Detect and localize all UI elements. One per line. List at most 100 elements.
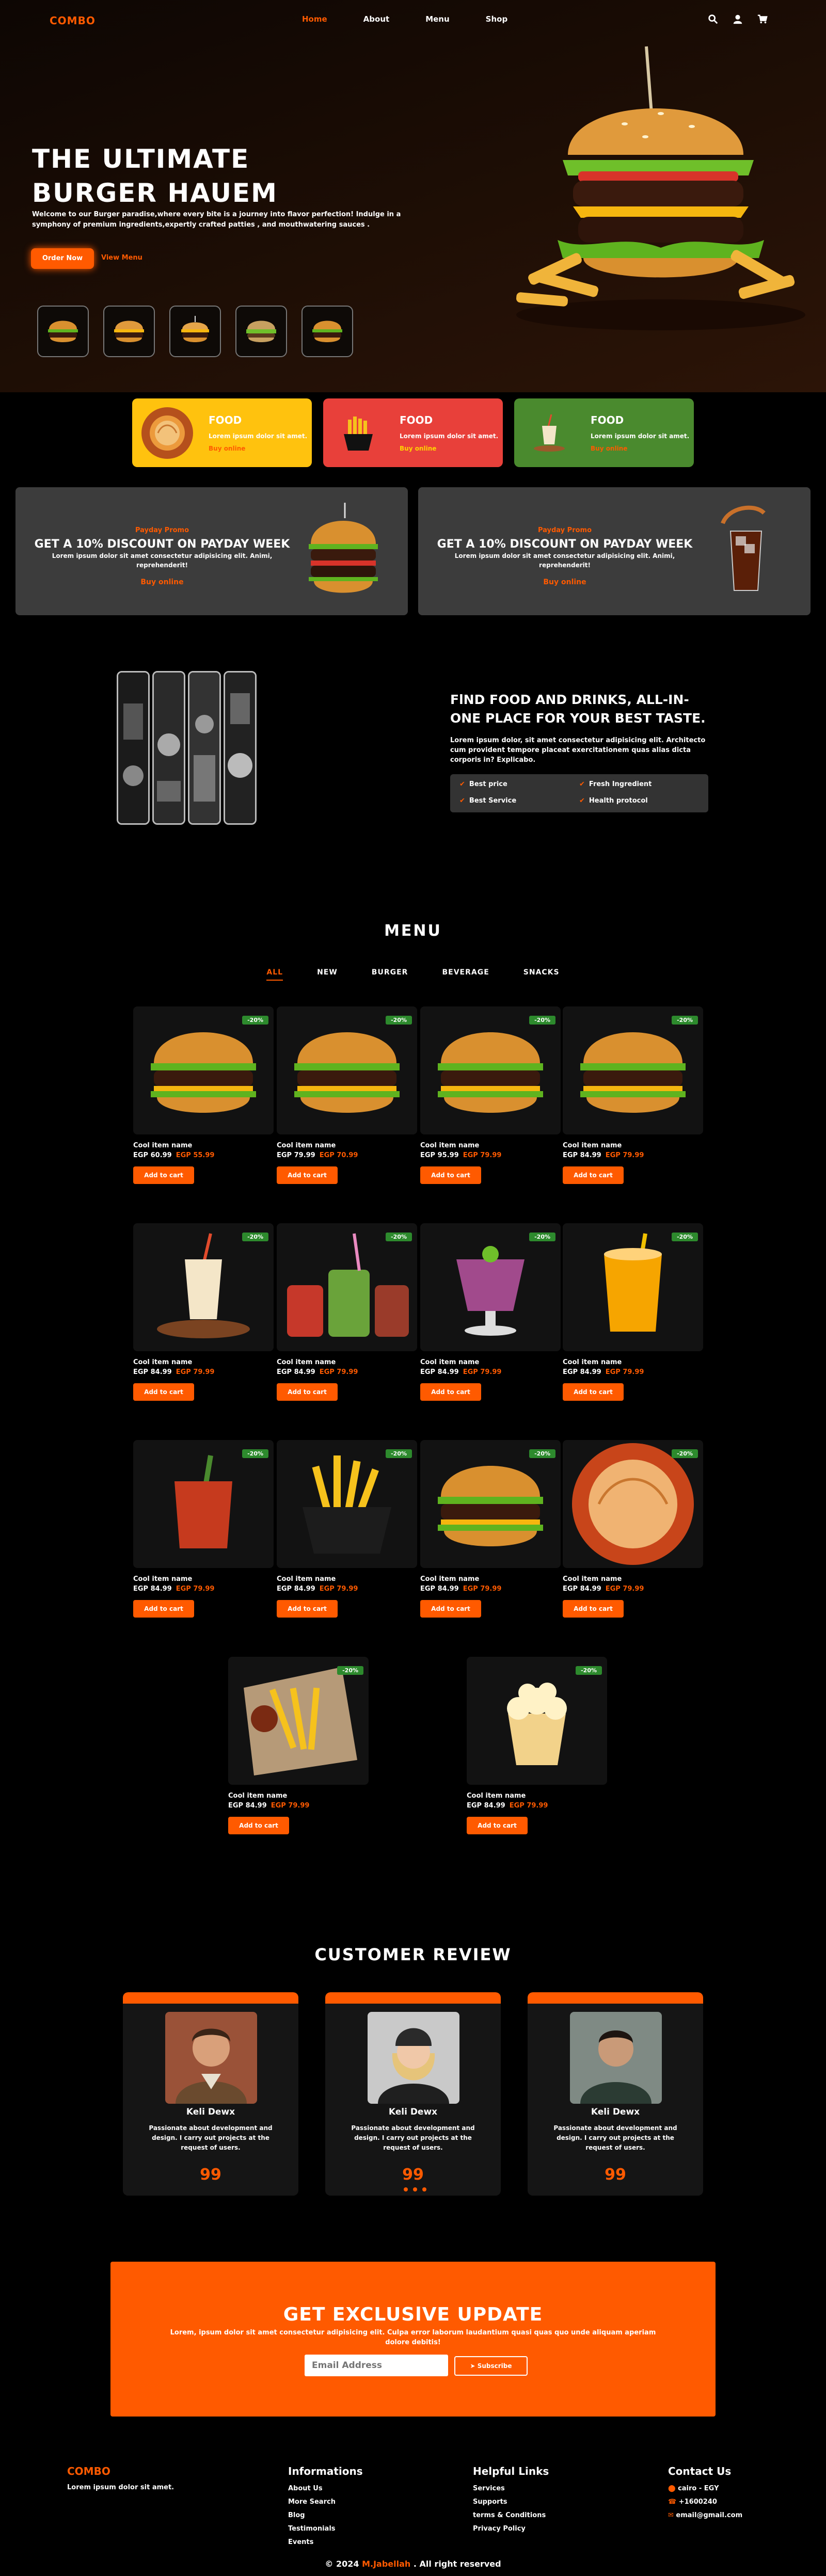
about-features: ✔ Best price ✔ Fresh Ingredient ✔ Best Serv… bbox=[450, 774, 708, 812]
email-input[interactable] bbox=[305, 2355, 448, 2376]
tab-snacks[interactable]: SNACKS bbox=[523, 968, 560, 981]
menu-item-image[interactable]: -20% bbox=[563, 1440, 703, 1568]
add-to-cart-button[interactable]: Add to cart bbox=[277, 1383, 338, 1401]
footer-link[interactable]: Testimonials bbox=[288, 2525, 363, 2533]
new-price: EGP 79.99 bbox=[605, 1585, 644, 1593]
buy-online-link[interactable]: Buy online bbox=[400, 445, 498, 452]
check-icon: ✔ bbox=[579, 797, 585, 805]
food-card-1[interactable]: FOOD Lorem ipsum dolor sit amet. Buy onlin… bbox=[132, 398, 312, 467]
add-to-cart-button[interactable]: Add to cart bbox=[467, 1817, 528, 1834]
milkshake-icon bbox=[157, 1233, 250, 1338]
add-to-cart-button[interactable]: Add to cart bbox=[563, 1166, 624, 1184]
add-to-cart-button[interactable]: Add to cart bbox=[420, 1166, 481, 1184]
new-price: EGP 79.99 bbox=[605, 1151, 644, 1159]
burger-icon bbox=[312, 321, 342, 342]
thumbnail-5[interactable] bbox=[301, 306, 353, 357]
review-card-bar bbox=[325, 1992, 501, 2004]
promo-text: Lorem ipsum dolor sit amet consectetur a… bbox=[52, 552, 273, 569]
menu-item-price: EGP 84.99 EGP 79.99 bbox=[277, 1585, 417, 1593]
buy-online-link[interactable]: Buy online bbox=[591, 445, 689, 452]
add-to-cart-button[interactable]: Add to cart bbox=[420, 1600, 481, 1618]
author-link[interactable]: M.Jabellah bbox=[362, 2559, 410, 2569]
search-icon[interactable] bbox=[707, 13, 719, 25]
discount-badge: -20% bbox=[672, 1449, 698, 1458]
menu-item-image[interactable]: -20% bbox=[563, 1223, 703, 1351]
menu-item-image[interactable]: -20% bbox=[467, 1657, 607, 1785]
view-menu-link[interactable]: View Menu bbox=[101, 254, 142, 262]
menu-item-image[interactable]: -20% bbox=[563, 1006, 703, 1134]
menu-item-image[interactable]: -20% bbox=[133, 1223, 274, 1351]
tab-all[interactable]: ALL bbox=[266, 968, 283, 981]
menu-item-image[interactable]: -20% bbox=[277, 1223, 417, 1351]
promo-drink-image bbox=[721, 505, 766, 591]
menu-item-card: -20% Cool item name EGP 84.99 EGP 79.99 Add … bbox=[420, 1440, 561, 1618]
footer-link[interactable]: Supports bbox=[473, 2498, 549, 2506]
menu-item-image[interactable]: -20% bbox=[277, 1006, 417, 1134]
nav-home[interactable]: Home bbox=[302, 14, 327, 24]
menu-item-image[interactable]: -20% bbox=[133, 1440, 274, 1568]
tab-new[interactable]: NEW bbox=[317, 968, 338, 981]
menu-item-price: EGP 84.99 EGP 79.99 bbox=[467, 1802, 607, 1810]
pagination-dot[interactable] bbox=[404, 2187, 408, 2191]
review-card-3: Keli Dewx Passionate about development a… bbox=[528, 1992, 703, 2196]
footer-contact-item[interactable]: ☎ +1600240 bbox=[668, 2498, 742, 2506]
hero-title: THE ULTIMATE BURGER HAUEM bbox=[32, 142, 362, 210]
menu-item-image[interactable]: -20% bbox=[277, 1440, 417, 1568]
thumbnail-4[interactable] bbox=[235, 306, 287, 357]
add-to-cart-button[interactable]: Add to cart bbox=[277, 1166, 338, 1184]
menu-item-image[interactable]: -20% bbox=[420, 1440, 561, 1568]
footer-link[interactable]: More Search bbox=[288, 2498, 363, 2506]
food-card-2[interactable]: FOOD Lorem ipsum dolor sit amet. Buy onlin… bbox=[323, 398, 503, 467]
footer-contact-item[interactable]: ⬤ cairo - EGY bbox=[668, 2485, 742, 2492]
add-to-cart-button[interactable]: Add to cart bbox=[277, 1600, 338, 1618]
menu-item-image[interactable]: -20% bbox=[228, 1657, 369, 1785]
new-price: EGP 55.99 bbox=[176, 1151, 215, 1159]
about-image-strip bbox=[188, 671, 221, 825]
pagination-dot[interactable] bbox=[422, 2187, 426, 2191]
nav-about[interactable]: About bbox=[363, 14, 390, 24]
add-to-cart-button[interactable]: Add to cart bbox=[133, 1383, 194, 1401]
footer-link[interactable]: About Us bbox=[288, 2485, 363, 2492]
subscribe-button[interactable]: ➤ Subscribe bbox=[454, 2356, 528, 2376]
logo[interactable]: COMBO bbox=[50, 14, 96, 27]
footer-logo[interactable]: COMBO bbox=[67, 2465, 174, 2477]
feature-item: ✔ Health protocol bbox=[579, 797, 648, 805]
pagination-dot[interactable] bbox=[413, 2187, 417, 2191]
footer-link[interactable]: Events bbox=[288, 2538, 363, 2546]
add-to-cart-button[interactable]: Add to cart bbox=[133, 1600, 194, 1618]
thumbnail-2[interactable] bbox=[103, 306, 155, 357]
promo-buy-button[interactable]: Buy online bbox=[33, 578, 291, 586]
add-to-cart-button[interactable]: Add to cart bbox=[228, 1817, 289, 1834]
add-to-cart-button[interactable]: Add to cart bbox=[563, 1383, 624, 1401]
buy-online-link[interactable]: Buy online bbox=[209, 445, 307, 452]
add-to-cart-button[interactable]: Add to cart bbox=[563, 1600, 624, 1618]
discount-badge: -20% bbox=[386, 1233, 412, 1241]
tab-burger[interactable]: BURGER bbox=[372, 968, 408, 981]
menu-item-image[interactable]: -20% bbox=[420, 1006, 561, 1134]
add-to-cart-button[interactable]: Add to cart bbox=[133, 1166, 194, 1184]
menu-item-image[interactable]: -20% bbox=[420, 1223, 561, 1351]
menu-item-image[interactable]: -20% bbox=[133, 1006, 274, 1134]
phone-icon: ☎ bbox=[668, 2498, 679, 2506]
thumbnail-3[interactable] bbox=[169, 306, 221, 357]
add-to-cart-button[interactable]: Add to cart bbox=[420, 1383, 481, 1401]
footer-link[interactable]: terms & Conditions bbox=[473, 2511, 549, 2519]
footer-contact-item[interactable]: ✉ email@gmail.com bbox=[668, 2511, 742, 2519]
order-now-button[interactable]: Order Now bbox=[31, 248, 94, 269]
food-card-3[interactable]: FOOD Lorem ipsum dolor sit amet. Buy onlin… bbox=[514, 398, 694, 467]
tab-beverage[interactable]: BEVERAGE bbox=[442, 968, 489, 981]
nav-shop[interactable]: Shop bbox=[486, 14, 508, 24]
food-card-image bbox=[141, 407, 193, 459]
discount-badge: -20% bbox=[386, 1016, 412, 1025]
thumbnail-1[interactable] bbox=[37, 306, 89, 357]
food-card-text: Lorem ipsum dolor sit amet. bbox=[591, 432, 690, 440]
footer-link[interactable]: Services bbox=[473, 2485, 549, 2492]
footer-link[interactable]: Blog bbox=[288, 2511, 363, 2519]
footer-link[interactable]: Privacy Policy bbox=[473, 2525, 549, 2533]
promo-buy-button[interactable]: Buy online bbox=[436, 578, 694, 586]
nav-menu[interactable]: Menu bbox=[425, 14, 449, 24]
user-icon[interactable] bbox=[732, 13, 743, 25]
menu-item-name: Cool item name bbox=[563, 1142, 622, 1149]
feature-item: ✔ Fresh Ingredient bbox=[579, 780, 652, 788]
cart-icon[interactable] bbox=[757, 13, 768, 25]
